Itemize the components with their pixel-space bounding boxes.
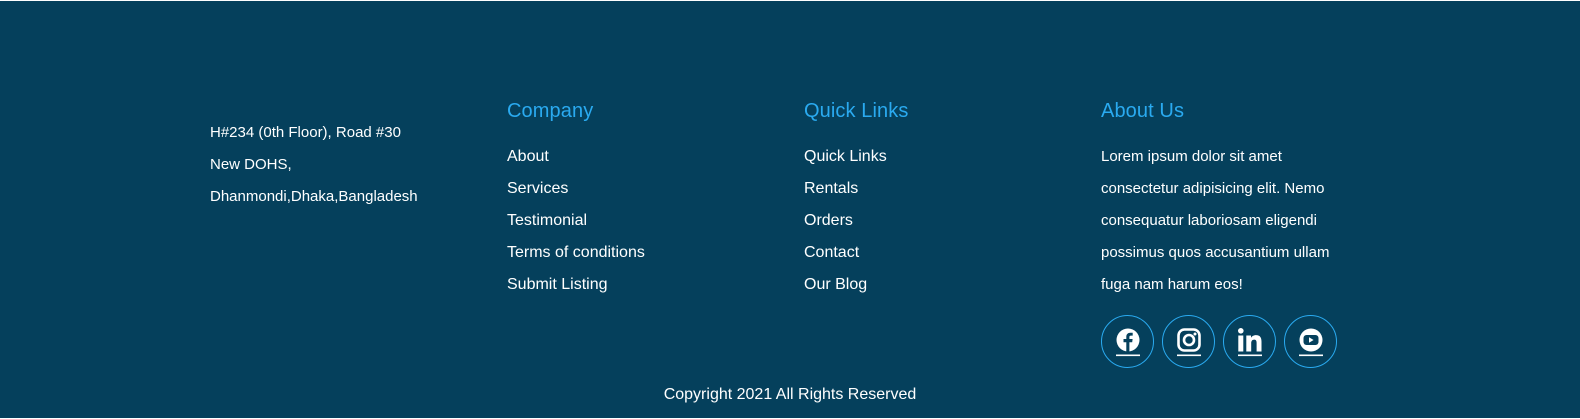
quick-links-list: Quick Links Rentals Orders Contact Our B… <box>804 141 1054 301</box>
about-column: About Us Lorem ipsum dolor sit amet cons… <box>1101 97 1361 368</box>
company-link-testimonial[interactable]: Testimonial <box>507 205 757 237</box>
facebook-button[interactable] <box>1101 315 1154 368</box>
quick-link-rentals[interactable]: Rentals <box>804 173 1054 205</box>
about-heading: About Us <box>1101 100 1185 122</box>
about-text: Lorem ipsum dolor sit amet consectetur a… <box>1101 148 1330 293</box>
quick-link-orders[interactable]: Orders <box>804 205 1054 237</box>
address-line-3: Dhanmondi,Dhaka,Bangladesh <box>210 188 418 205</box>
youtube-icon <box>1298 328 1323 356</box>
address-line-1: H#234 (0th Floor), Road #30 <box>210 124 401 141</box>
quick-link-contact[interactable]: Contact <box>804 237 1054 269</box>
company-link-services[interactable]: Services <box>507 173 757 205</box>
company-column: Company About Services Testimonial Terms… <box>507 97 757 301</box>
instagram-icon <box>1176 327 1201 356</box>
copyright-text: Copyright 2021 All Rights Reserved <box>663 386 917 403</box>
company-link-terms[interactable]: Terms of conditions <box>507 237 757 269</box>
site-footer: H#234 (0th Floor), Road #30 New DOHS, Dh… <box>0 1 1580 418</box>
quick-links-column: Quick Links Quick Links Rentals Orders C… <box>804 97 1054 301</box>
address-line-2: New DOHS, <box>210 156 292 173</box>
address-block: H#234 (0th Floor), Road #30 New DOHS, Dh… <box>210 117 470 213</box>
social-links <box>1101 315 1361 368</box>
quick-link-quick-links[interactable]: Quick Links <box>804 141 1054 173</box>
quick-links-heading: Quick Links <box>804 100 909 122</box>
company-heading: Company <box>507 100 594 122</box>
linkedin-button[interactable] <box>1223 315 1276 368</box>
facebook-icon <box>1115 328 1140 356</box>
quick-link-our-blog[interactable]: Our Blog <box>804 269 1054 301</box>
linkedin-icon <box>1237 327 1262 356</box>
company-link-submit-listing[interactable]: Submit Listing <box>507 269 757 301</box>
instagram-button[interactable] <box>1162 315 1215 368</box>
youtube-button[interactable] <box>1284 315 1337 368</box>
company-link-about[interactable]: About <box>507 141 757 173</box>
company-links: About Services Testimonial Terms of cond… <box>507 141 757 301</box>
